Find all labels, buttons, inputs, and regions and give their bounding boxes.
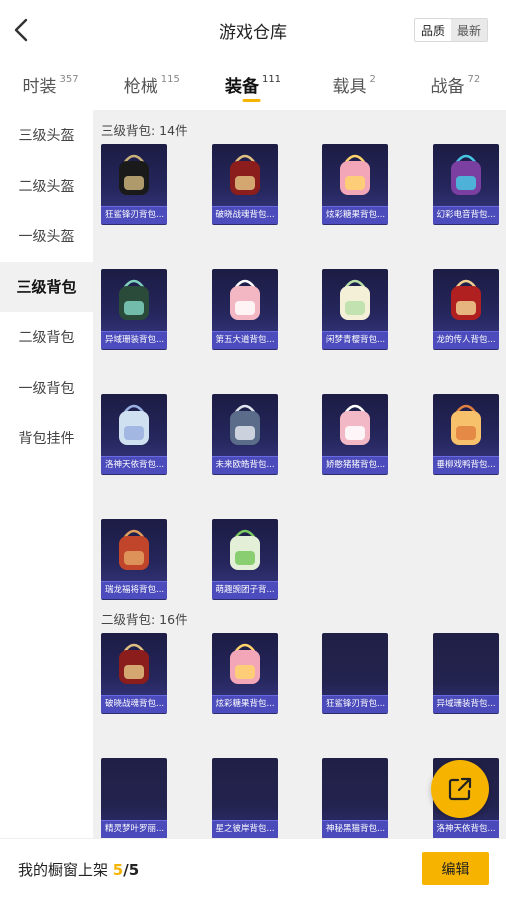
tab-outfits[interactable]: 时装 357: [0, 62, 101, 108]
item-card[interactable]: 龙的传人背包...: [432, 269, 499, 349]
item-card[interactable]: 精灵梦叶罗丽...: [101, 758, 167, 838]
tab-supplies[interactable]: 战备 72: [405, 62, 506, 108]
item-name: 龙的传人背包...: [432, 331, 499, 349]
sidebar-item-level1-helmet[interactable]: 一级头盔: [0, 211, 93, 262]
sort-toggle: 品质 最新: [414, 18, 488, 42]
backpack-icon: [340, 279, 370, 320]
tab-count: 111: [261, 74, 282, 85]
sort-latest-option[interactable]: 最新: [451, 19, 487, 41]
backpack-icon: [229, 529, 260, 570]
tab-label: 载具: [332, 77, 367, 97]
edit-button[interactable]: 编辑: [422, 852, 489, 885]
item-list[interactable]: 三级背包: 14件 狂鲨锋刃背包... 破晓战魂背包... 炫彩糖果背包... 幻彩电…: [93, 110, 506, 840]
tab-vehicles[interactable]: 载具 2: [304, 62, 405, 108]
sidebar-item-level2-backpack[interactable]: 二级背包: [0, 312, 93, 363]
item-card[interactable]: 第五大道背包...: [211, 269, 278, 349]
item-name: 闲梦青樱背包...: [322, 331, 388, 349]
sidebar-item-level2-helmet[interactable]: 二级头盔: [0, 161, 93, 212]
backpack-icon: [229, 643, 260, 684]
item-name: 星之彼岸背包...: [211, 820, 278, 838]
sidebar-item-backpack-pendant[interactable]: 背包挂件: [0, 413, 93, 464]
category-tabs: 时装 357 枪械 115 装备 111 载具 2 战备 72: [0, 62, 506, 108]
tab-count: 2: [369, 74, 376, 85]
showcase-label: 我的橱窗上架: [18, 861, 109, 879]
section-title: 三级背包: 14件: [101, 123, 188, 138]
backpack-icon: [119, 154, 149, 195]
sidebar-item-level3-backpack[interactable]: 三级背包: [0, 261, 93, 312]
backpack-icon: [119, 279, 149, 320]
backpack-icon: [450, 279, 481, 320]
tab-count: 357: [59, 74, 79, 85]
item-name: 异域珊装背包...: [432, 695, 499, 713]
backpack-icon: [119, 404, 149, 445]
showcase-current-count: 5: [112, 861, 124, 879]
item-name: 异域珊装背包...: [101, 331, 167, 349]
item-card[interactable]: 破晓战魂背包...: [101, 633, 167, 713]
sidebar: 三级头盔 二级头盔 一级头盔 三级背包 二级背包 一级背包 背包挂件: [0, 110, 93, 840]
bottom-bar: 我的橱窗上架 5/5 编辑: [0, 838, 506, 897]
item-name: 洛神天依背包...: [432, 820, 499, 838]
tab-weapons[interactable]: 枪械 115: [101, 62, 202, 108]
item-name: 炫彩糖果背包...: [322, 206, 388, 224]
tab-count: 72: [467, 74, 481, 85]
item-name: 第五大道背包...: [211, 331, 278, 349]
backpack-icon: [340, 154, 370, 195]
item-name: 瑞龙福将背包...: [101, 581, 167, 599]
tab-count: 115: [160, 74, 180, 85]
item-name: 狂鲨锋刃背包...: [101, 206, 167, 224]
item-card[interactable]: 狂鲨锋刃背包...: [101, 144, 167, 224]
item-card[interactable]: 瑞龙福将背包...: [101, 519, 167, 599]
tab-label: 枪械: [123, 77, 158, 97]
item-card[interactable]: 破晓战魂背包...: [211, 144, 278, 224]
sidebar-item-level3-helmet[interactable]: 三级头盔: [0, 110, 93, 161]
item-name: 垂柳戏鸭背包...: [432, 456, 499, 474]
item-name: 神秘黑猫背包...: [322, 820, 388, 838]
item-name: 破晓战魂背包...: [211, 206, 278, 224]
tab-label: 装备: [224, 77, 259, 97]
section-title: 二级背包: 16件: [101, 612, 188, 627]
item-name: 破晓战魂背包...: [101, 695, 167, 713]
item-card[interactable]: 异域珊装背包...: [101, 269, 167, 349]
backpack-icon: [450, 404, 481, 445]
item-card[interactable]: 萌趣豌团子背...: [211, 519, 278, 599]
backpack-icon: [119, 529, 149, 570]
item-card[interactable]: 异域珊装背包...: [432, 633, 499, 713]
item-card[interactable]: 神秘黑猫背包...: [322, 758, 388, 838]
item-card[interactable]: 未来欧皓背包...: [211, 394, 278, 474]
backpack-icon: [229, 279, 260, 320]
item-card[interactable]: 炫彩糖果背包...: [322, 144, 388, 224]
external-link-icon: [448, 777, 472, 801]
tab-label: 时装: [22, 77, 57, 97]
item-card[interactable]: 炫彩糖果背包...: [211, 633, 278, 713]
backpack-icon: [340, 404, 370, 445]
item-card[interactable]: 星之彼岸背包...: [211, 758, 278, 838]
tab-equipment[interactable]: 装备 111: [202, 62, 303, 108]
item-name: 洛神天依背包...: [101, 456, 167, 474]
backpack-icon: [229, 404, 260, 445]
item-card[interactable]: 狂鲨锋刃背包...: [322, 633, 388, 713]
item-name: 狂鲨锋刃背包...: [322, 695, 388, 713]
share-button[interactable]: [431, 760, 489, 818]
item-card[interactable]: 幻彩电音背包...: [432, 144, 499, 224]
item-name: 幻彩电音背包...: [432, 206, 499, 224]
tab-label: 战备: [430, 77, 465, 97]
backpack-icon: [119, 643, 149, 684]
top-bar: 游戏仓库 品质 最新: [0, 0, 506, 60]
item-card[interactable]: 垂柳戏鸭背包...: [432, 394, 499, 474]
backpack-icon: [450, 154, 481, 195]
item-name: 娇憨猪猪背包...: [322, 456, 388, 474]
item-card[interactable]: 闲梦青樱背包...: [322, 269, 388, 349]
item-name: 精灵梦叶罗丽...: [101, 820, 167, 838]
sort-quality-option[interactable]: 品质: [415, 19, 451, 41]
backpack-icon: [229, 154, 260, 195]
item-name: 萌趣豌团子背...: [211, 581, 278, 599]
item-card[interactable]: 洛神天依背包...: [101, 394, 167, 474]
sidebar-item-level1-backpack[interactable]: 一级背包: [0, 363, 93, 414]
item-card[interactable]: 娇憨猪猪背包...: [322, 394, 388, 474]
item-name: 炫彩糖果背包...: [211, 695, 278, 713]
showcase-total-count: 5: [128, 861, 140, 879]
item-name: 未来欧皓背包...: [211, 456, 278, 474]
showcase-status: 我的橱窗上架 5/5: [18, 859, 139, 880]
item-grid: 狂鲨锋刃背包... 破晓战魂背包... 炫彩糖果背包... 幻彩电音背包... 异域珊装…: [93, 144, 506, 599]
